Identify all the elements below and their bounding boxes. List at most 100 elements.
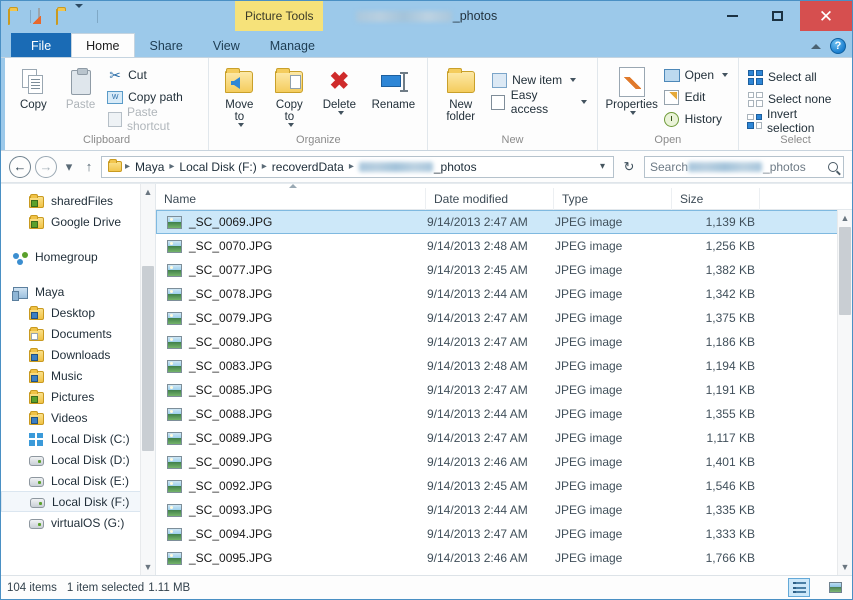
sidebar-item-homegroup[interactable]: Homegroup xyxy=(1,246,155,267)
customize-caret-icon[interactable] xyxy=(75,8,91,24)
sidebar-item-pictures[interactable]: Pictures xyxy=(1,386,155,407)
chevron-down-icon[interactable] xyxy=(570,78,576,82)
new-folder-icon[interactable] xyxy=(56,8,72,24)
properties-icon[interactable] xyxy=(37,8,53,24)
sidebar-item-local-disk-e[interactable]: Local Disk (E:) xyxy=(1,470,155,491)
breadcrumb-item-maya[interactable]: Maya xyxy=(131,160,168,174)
scroll-down-icon[interactable]: ▼ xyxy=(838,559,852,575)
close-button[interactable]: ✕ xyxy=(800,1,852,31)
large-icons-view-button[interactable] xyxy=(824,578,846,597)
copy-button[interactable]: Copy xyxy=(10,62,57,114)
chevron-down-icon[interactable] xyxy=(630,111,636,115)
tab-home[interactable]: Home xyxy=(71,33,134,57)
maximize-button[interactable] xyxy=(755,1,800,31)
cut-button[interactable]: ✂ Cut xyxy=(104,65,203,85)
breadcrumb-separator[interactable]: ▸ xyxy=(348,161,355,172)
breadcrumb-separator[interactable]: ▸ xyxy=(168,161,175,172)
chevron-down-icon[interactable] xyxy=(288,123,294,127)
table-row[interactable]: _SC_0078.JPG 9/14/2013 2:44 AM JPEG imag… xyxy=(156,282,852,306)
scroll-up-icon[interactable]: ▲ xyxy=(141,184,155,200)
table-row[interactable]: _SC_0070.JPG 9/14/2013 2:48 AM JPEG imag… xyxy=(156,234,852,258)
sidebar-item-documents[interactable]: Documents xyxy=(1,323,155,344)
table-row[interactable]: _SC_0093.JPG 9/14/2013 2:44 AM JPEG imag… xyxy=(156,498,852,522)
sidebar-item-music[interactable]: Music xyxy=(1,365,155,386)
breadcrumb-item-recoverddata[interactable]: recoverdData xyxy=(268,160,348,174)
sidebar-item-local-disk-c[interactable]: Local Disk (C:) xyxy=(1,428,155,449)
invert-selection-button[interactable]: Invert selection xyxy=(744,111,847,131)
scroll-up-icon[interactable]: ▲ xyxy=(838,210,852,226)
chevron-down-icon[interactable] xyxy=(722,73,728,77)
sidebar-item-downloads[interactable]: Downloads xyxy=(1,344,155,365)
tab-share[interactable]: Share xyxy=(135,33,198,57)
search-input[interactable]: Search _photos xyxy=(644,156,844,178)
table-row[interactable]: _SC_0083.JPG 9/14/2013 2:48 AM JPEG imag… xyxy=(156,354,852,378)
navigation-pane-scrollbar[interactable]: ▲ ▼ xyxy=(140,184,155,575)
table-row[interactable]: _SC_0069.JPG 9/14/2013 2:47 AM JPEG imag… xyxy=(156,210,852,234)
delete-button[interactable]: ✖ Delete xyxy=(314,62,364,118)
scrollbar-thumb[interactable] xyxy=(142,266,154,451)
open-button[interactable]: Open xyxy=(661,65,733,85)
tab-view[interactable]: View xyxy=(198,33,255,57)
breadcrumb-separator[interactable]: ▸ xyxy=(261,161,268,172)
select-all-button[interactable]: Select all xyxy=(744,67,847,87)
recent-locations-button[interactable]: ▾ xyxy=(61,156,77,178)
easy-access-button[interactable]: Easy access xyxy=(488,92,592,112)
minimize-button[interactable] xyxy=(710,1,755,31)
column-header-name[interactable]: Name xyxy=(156,188,426,210)
column-header-type[interactable]: Type xyxy=(554,188,672,210)
breadcrumb-item-local-disk-f[interactable]: Local Disk (F:) xyxy=(175,160,260,174)
tab-file[interactable]: File xyxy=(11,33,71,57)
sidebar-item-maya[interactable]: Maya xyxy=(1,281,155,302)
sidebar-item-sharedfiles[interactable]: sharedFiles xyxy=(1,190,155,211)
sidebar-item-videos[interactable]: Videos xyxy=(1,407,155,428)
breadcrumb-item-photos[interactable]: _photos xyxy=(355,160,481,174)
table-row[interactable]: _SC_0089.JPG 9/14/2013 2:47 AM JPEG imag… xyxy=(156,426,852,450)
forward-button[interactable]: → xyxy=(35,156,57,178)
table-row[interactable]: _SC_0079.JPG 9/14/2013 2:47 AM JPEG imag… xyxy=(156,306,852,330)
table-row[interactable]: _SC_0080.JPG 9/14/2013 2:47 AM JPEG imag… xyxy=(156,330,852,354)
sidebar-item-google-drive[interactable]: Google Drive xyxy=(1,211,155,232)
new-item-button[interactable]: New item xyxy=(488,70,592,90)
column-header-size[interactable]: Size xyxy=(672,188,760,210)
edit-button[interactable]: Edit xyxy=(661,87,733,107)
table-row[interactable]: _SC_0094.JPG 9/14/2013 2:47 AM JPEG imag… xyxy=(156,522,852,546)
copy-path-button[interactable]: W Copy path xyxy=(104,87,203,107)
table-row[interactable]: _SC_0096.JPG 9/14/2013 2:45 AM JPEG imag… xyxy=(156,570,852,575)
details-view-button[interactable] xyxy=(788,578,810,597)
scroll-down-icon[interactable]: ▼ xyxy=(141,559,155,575)
history-button[interactable]: History xyxy=(661,109,733,129)
table-row[interactable]: _SC_0085.JPG 9/14/2013 2:47 AM JPEG imag… xyxy=(156,378,852,402)
properties-button[interactable]: Properties xyxy=(603,62,661,118)
file-list-scrollbar[interactable]: ▲ ▼ xyxy=(837,210,852,575)
select-none-button[interactable]: Select none xyxy=(744,89,847,109)
move-to-button[interactable]: Move to xyxy=(214,62,264,130)
breadcrumb-separator[interactable]: ▸ xyxy=(124,161,131,172)
search-icon[interactable] xyxy=(828,162,838,172)
column-header-date-modified[interactable]: Date modified xyxy=(426,188,554,210)
table-row[interactable]: _SC_0092.JPG 9/14/2013 2:45 AM JPEG imag… xyxy=(156,474,852,498)
refresh-button[interactable]: ↻ xyxy=(618,159,640,175)
chevron-down-icon[interactable] xyxy=(338,111,344,115)
breadcrumb[interactable]: ▸ Maya ▸ Local Disk (F:) ▸ recoverdData … xyxy=(101,156,614,178)
sidebar-item-local-disk-d[interactable]: Local Disk (D:) xyxy=(1,449,155,470)
up-button[interactable]: ↑ xyxy=(81,156,97,178)
table-row[interactable]: _SC_0090.JPG 9/14/2013 2:46 AM JPEG imag… xyxy=(156,450,852,474)
scrollbar-thumb[interactable] xyxy=(839,227,851,315)
chevron-down-icon[interactable] xyxy=(238,123,244,127)
copy-to-button[interactable]: Copy to xyxy=(264,62,314,130)
chevron-down-icon[interactable] xyxy=(581,100,587,104)
collapse-ribbon-icon[interactable] xyxy=(811,44,821,49)
paste-button[interactable]: Paste xyxy=(57,62,104,114)
previous-locations-icon[interactable]: ▾ xyxy=(594,161,611,172)
paste-shortcut-button[interactable]: Paste shortcut xyxy=(104,109,203,129)
table-row[interactable]: _SC_0077.JPG 9/14/2013 2:45 AM JPEG imag… xyxy=(156,258,852,282)
sidebar-item-virtualos-g[interactable]: virtualOS (G:) xyxy=(1,512,155,533)
rename-button[interactable]: Rename xyxy=(364,62,422,114)
table-row[interactable]: _SC_0088.JPG 9/14/2013 2:44 AM JPEG imag… xyxy=(156,402,852,426)
sidebar-item-local-disk-f[interactable]: Local Disk (F:) xyxy=(1,491,155,512)
table-row[interactable]: _SC_0095.JPG 9/14/2013 2:46 AM JPEG imag… xyxy=(156,546,852,570)
tab-manage[interactable]: Manage xyxy=(255,33,330,57)
back-button[interactable]: ← xyxy=(9,156,31,178)
new-folder-button[interactable]: New folder xyxy=(433,62,488,126)
sidebar-item-desktop[interactable]: Desktop xyxy=(1,302,155,323)
